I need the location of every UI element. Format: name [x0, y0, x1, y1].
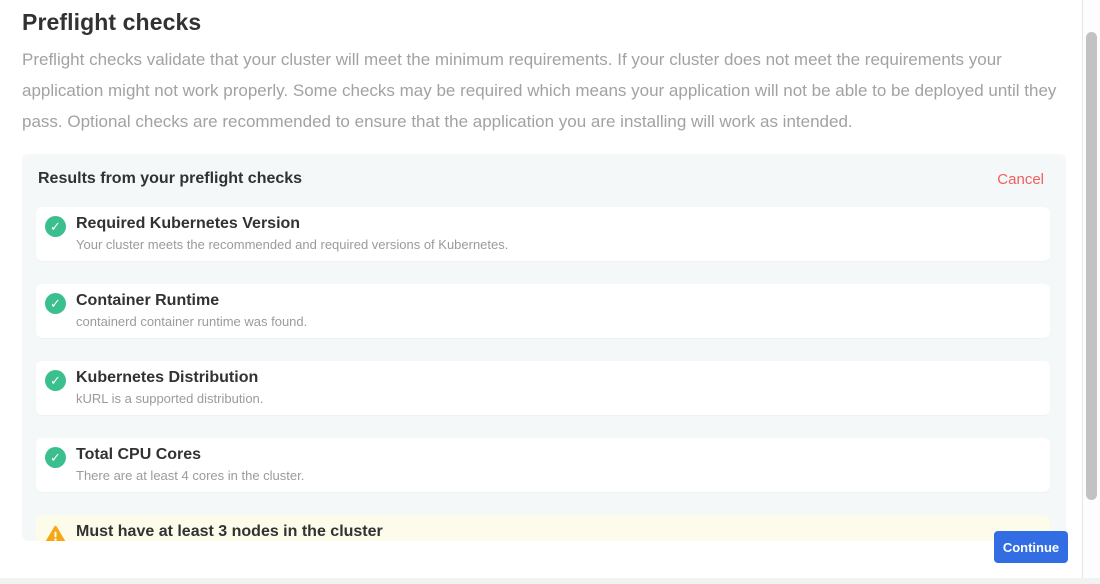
check-circle-icon: ✓: [45, 293, 66, 314]
check-title: Container Runtime: [76, 291, 307, 310]
warning-triangle-icon: [45, 524, 66, 541]
check-circle-icon: ✓: [45, 370, 66, 391]
bottom-edge-strip: [0, 578, 1100, 584]
preflight-checks-page: Preflight checks Preflight checks valida…: [0, 0, 1100, 584]
check-card: ✓ Required Kubernetes Version Your clust…: [36, 207, 1050, 261]
cancel-link[interactable]: Cancel: [997, 171, 1044, 188]
check-circle-icon: ✓: [45, 447, 66, 468]
scrollbar-thumb[interactable]: [1086, 32, 1097, 500]
check-card: ✓ Total CPU Cores There are at least 4 c…: [36, 438, 1050, 492]
page-description: Preflight checks validate that your clus…: [22, 44, 1062, 137]
scrollbar: [1083, 0, 1100, 584]
check-text: Must have at least 3 nodes in the cluste…: [76, 522, 383, 541]
check-title: Required Kubernetes Version: [76, 214, 508, 233]
main-content: Preflight checks Preflight checks valida…: [0, 0, 1083, 584]
check-text: Container Runtime containerd container r…: [76, 291, 307, 330]
check-detail: Your cluster meets the recommended and r…: [76, 237, 508, 253]
check-detail: containerd container runtime was found.: [76, 314, 307, 330]
results-panel-header: Results from your preflight checks Cance…: [36, 170, 1050, 188]
check-text: Kubernetes Distribution kURL is a suppor…: [76, 368, 263, 407]
check-title: Total CPU Cores: [76, 445, 304, 464]
check-text: Required Kubernetes Version Your cluster…: [76, 214, 508, 253]
results-panel: Results from your preflight checks Cance…: [22, 154, 1066, 541]
check-list: ✓ Required Kubernetes Version Your clust…: [36, 207, 1050, 541]
results-heading: Results from your preflight checks: [38, 170, 302, 188]
check-card: ✓ Kubernetes Distribution kURL is a supp…: [36, 361, 1050, 415]
check-circle-icon: ✓: [45, 216, 66, 237]
check-detail: There are at least 4 cores in the cluste…: [76, 468, 304, 484]
check-card: Must have at least 3 nodes in the cluste…: [36, 515, 1050, 541]
page-title: Preflight checks: [22, 9, 1082, 36]
check-detail: kURL is a supported distribution.: [76, 391, 263, 407]
check-card: ✓ Container Runtime containerd container…: [36, 284, 1050, 338]
check-title: Must have at least 3 nodes in the cluste…: [76, 522, 383, 541]
check-text: Total CPU Cores There are at least 4 cor…: [76, 445, 304, 484]
check-title: Kubernetes Distribution: [76, 368, 263, 387]
continue-button[interactable]: Continue: [994, 531, 1068, 563]
